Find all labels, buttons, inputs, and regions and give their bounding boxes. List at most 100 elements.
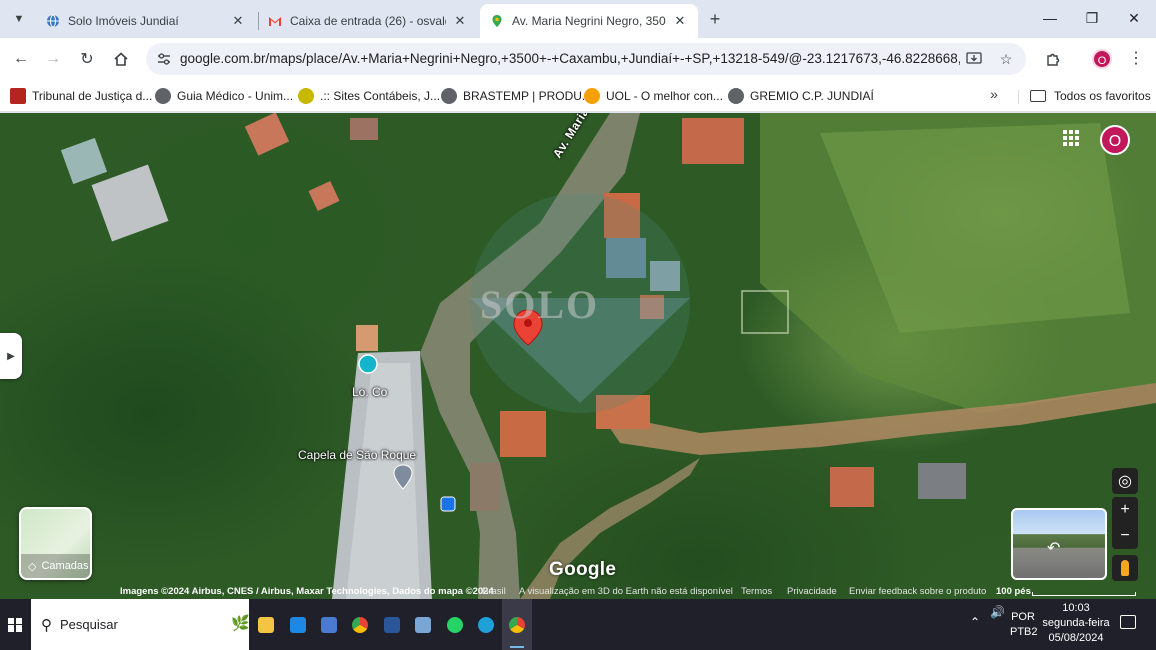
zoom-out-button[interactable]: − [1112,523,1138,549]
language-code: POR [1011,611,1035,623]
sites-icon [298,88,314,104]
reload-button[interactable]: ↻ [74,46,100,72]
satellite-map[interactable]: SOLO Av. Maria Negrini Lo. Co Capela de … [0,113,1156,599]
my-location-button[interactable]: ◎ [1112,468,1138,494]
imagery-attribution: Imagens ©2024 Airbus, CNES / Airbus, Max… [120,586,494,597]
place-label-capela[interactable]: Capela de São Roque [298,448,416,462]
google-apps-icon[interactable] [1062,129,1086,153]
tray-overflow-icon[interactable]: ⌃ [970,615,980,629]
globe-icon [441,88,457,104]
maps-pin-icon [492,15,502,27]
taskbar-store[interactable] [314,599,344,650]
rotate-arrow-icon: ↶ [1047,540,1061,557]
bookmark-label: Guia Médico - Unim... [177,89,294,103]
taskbar-file-explorer[interactable] [251,599,281,650]
new-tab-button[interactable]: + [704,8,726,30]
mail-icon [290,616,306,633]
taskbar-app[interactable] [408,599,438,650]
extensions-button[interactable] [1040,46,1066,72]
bookmark-gremio[interactable]: GREMIO C.P. JUNDIAÍ [728,86,874,106]
app-icon [415,616,431,633]
browser-toolbar: ← → ↻ google.com.br/maps/place/Av.+Maria… [0,38,1156,80]
home-button[interactable] [108,46,134,72]
folder-icon [258,616,274,633]
install-app-icon[interactable] [964,49,984,69]
clock-time: 10:03 [1062,602,1090,614]
taskbar-chrome[interactable] [345,599,375,650]
volume-icon[interactable]: 🔊 [990,605,1005,619]
taskbar-search[interactable]: ⚲ Pesquisar 🌿 [31,599,250,650]
pegman-icon[interactable] [1112,555,1138,581]
taskbar-whatsapp[interactable] [440,599,470,650]
profile-avatar[interactable]: O [1092,49,1112,69]
terms-link[interactable]: Termos [741,586,772,597]
back-button[interactable]: ← [8,46,34,72]
clock-weekday: segunda-feira [1042,617,1110,629]
bookmarks-divider [1018,90,1019,104]
minimize-button[interactable]: — [1028,0,1072,36]
close-tab-icon[interactable]: ✕ [452,13,468,29]
taskbar-word[interactable] [377,599,407,650]
input-language[interactable]: POR PTB2 [1010,610,1038,640]
bookmarks-overflow-icon[interactable]: » [984,86,1004,106]
tab-google-maps[interactable]: Av. Maria Negrini Negro, 3500 ✕ [480,4,698,38]
map-profile-avatar[interactable]: O [1100,125,1130,155]
bookmark-sites-contabeis[interactable]: .:: Sites Contábeis, J... [298,86,440,106]
all-favorites-folder[interactable]: Todos os favoritos [1030,86,1151,106]
tab-title: Caixa de entrada (26) - osvaldo [290,14,446,28]
scale-label[interactable]: 100 pés [996,586,1031,597]
bookmark-guia-medico[interactable]: Guia Médico - Unim... [155,86,293,106]
bookmark-tribunal[interactable]: Tribunal de Justiça d... [10,86,152,106]
tab-search-button[interactable]: ▼ [8,8,30,30]
windows-taskbar: ⚲ Pesquisar 🌿 ⌃ 🔊 POR PTB2 10:03 segunda… [0,599,1156,650]
tab-strip: ▼ Solo Imóveis Jundiaí ✕ Caixa de entrad… [0,0,1156,38]
bookmark-label: Tribunal de Justiça d... [32,89,153,103]
tab-solo-imoveis[interactable]: Solo Imóveis Jundiaí ✕ [36,4,256,38]
tab-gmail[interactable]: Caixa de entrada (26) - osvaldo ✕ [258,4,478,38]
globe-icon [728,88,744,104]
satellite-imagery [60,113,1156,599]
site-info-icon[interactable] [154,49,174,69]
bookmark-star-icon[interactable]: ☆ [996,49,1016,69]
taskbar-edge[interactable] [471,599,501,650]
clock[interactable]: 10:03 segunda-feira 05/08/2024 [1040,601,1112,646]
url-text[interactable]: google.com.br/maps/place/Av.+Maria+Negri… [180,51,960,66]
tj-icon [10,88,26,104]
notifications-icon[interactable] [1120,615,1136,629]
search-highlight-icon: 🌿 [231,615,250,632]
layers-label: Camadas [41,560,89,572]
bookmark-brastemp[interactable]: BRASTEMP | PRODU... [441,86,592,106]
street-view-thumbnail[interactable]: ↶ [1011,508,1107,580]
folder-icon [1030,90,1046,102]
zoom-in-button[interactable]: + [1112,497,1138,523]
restore-button[interactable]: ❐ [1070,0,1114,36]
globe-icon [155,88,171,104]
privacy-link[interactable]: Privacidade [787,586,837,597]
taskbar-mail[interactable] [283,599,313,650]
tab-title: Av. Maria Negrini Negro, 3500 [512,14,666,28]
taskbar-chrome-active[interactable] [502,599,532,650]
bookmark-label: GREMIO C.P. JUNDIAÍ [750,89,874,103]
bookmark-label: .:: Sites Contábeis, J... [320,89,441,103]
feedback-link[interactable]: Enviar feedback sobre o produto [849,586,986,597]
close-tab-icon[interactable]: ✕ [672,13,688,29]
bookmark-label: UOL - O melhor con... [606,89,723,103]
all-favorites-label: Todos os favoritos [1054,89,1151,103]
start-button[interactable] [0,599,30,650]
search-placeholder: Pesquisar [60,617,118,632]
close-window-button[interactable]: ✕ [1112,0,1156,36]
menu-kebab-icon[interactable]: ⋮ [1126,48,1146,70]
layers-button[interactable]: ◇ Camadas [19,507,92,580]
forward-button[interactable]: → [40,46,66,72]
home-icon [114,52,128,66]
close-tab-icon[interactable]: ✕ [230,13,246,29]
country-link[interactable]: Brasil [482,586,506,597]
clock-date: 05/08/2024 [1048,632,1104,644]
watermark-text: SOLO [480,282,600,327]
globe-icon [47,14,59,28]
place-label-lo-co[interactable]: Lo. Co [352,385,387,399]
side-panel-toggle[interactable]: ▶ [0,333,22,379]
bookmark-uol[interactable]: UOL - O melhor con... [584,86,723,106]
address-bar[interactable]: google.com.br/maps/place/Av.+Maria+Negri… [146,43,1026,75]
store-icon [321,616,337,633]
